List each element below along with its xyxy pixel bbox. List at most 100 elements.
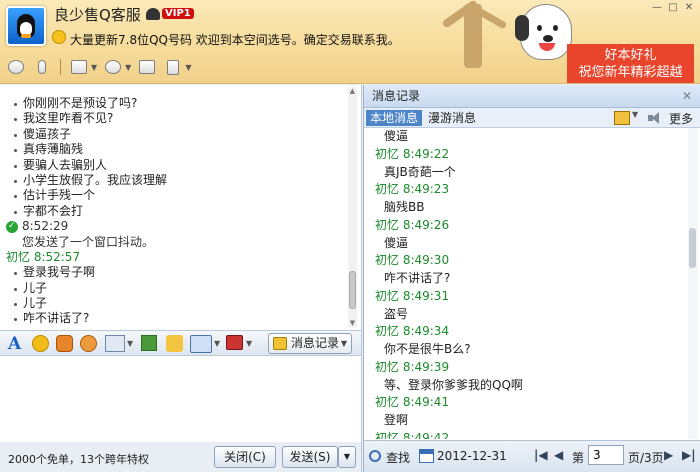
vip-badge[interactable]: VIP1 [162,8,194,19]
send-button[interactable]: 发送(S) [282,446,338,468]
send-image-icon[interactable] [141,335,157,351]
history-sender-header: 初忆 8:49:23 [375,182,450,197]
toolbox-dropdown-icon[interactable]: ▼ [246,335,252,353]
chat-message-text: 咋不讲话了? [23,311,90,326]
toolbox-icon[interactable] [226,335,243,350]
history-message: 你不是很牛B么? [384,342,471,356]
screen-share-icon[interactable] [190,335,212,353]
avatar[interactable] [6,6,46,46]
message-record-icon [273,337,287,350]
chat-message-text: 儿子 [23,296,48,311]
speaker-icon[interactable] [647,110,663,126]
app-menu-icon[interactable] [163,58,183,76]
chat-message-text: 小学生放假了。我应该理解 [23,172,168,187]
sent-check-icon [6,219,18,235]
history-sender-header: 初忆 8:49:39 [375,359,450,374]
history-close-icon[interactable]: ✕ [682,85,692,107]
remote-desktop-icon[interactable] [137,58,157,76]
bottom-bar: 2000个免单，13个跨年特权 关闭(C) 发送(S) ▼ [0,442,362,472]
history-panel-header: 消息记录 ✕ [364,85,700,108]
calendar-icon[interactable] [419,449,434,463]
next-page-icon[interactable]: ▶ [664,448,673,462]
send-options-dropdown-icon[interactable]: ▼ [338,446,356,468]
font-icon[interactable]: A [8,335,21,353]
tab-local-messages[interactable]: 本地消息 [366,110,423,126]
toolbar-divider [60,59,61,75]
message-record-button[interactable]: 消息记录 ▼ [268,333,352,354]
more-link[interactable]: 更多 [669,110,693,127]
history-tabs: 本地消息 漫游消息 ▼ 更多 [364,108,700,128]
chat-scrollbar[interactable]: ▲ ▼ [348,87,357,327]
top-cutoff-note [170,87,300,96]
vip-crown-icon [146,8,160,20]
minimize-icon[interactable]: — [650,2,664,14]
history-tools-icon[interactable] [614,111,630,125]
scroll-up-icon[interactable]: ▲ [348,87,357,95]
history-message-list[interactable]: 傻逼 初忆 8:49:22 真JB奇葩一个 初忆 8:49:23 脑残BB 初忆 8:49… [364,128,689,439]
chat-toolbar: ▼ ▼ ▼ [6,56,191,78]
history-sender-header: 初忆 8:49:31 [375,288,450,303]
history-message: 盗号 [384,306,409,321]
chat-scrollbar-thumb[interactable] [349,271,356,309]
chat-message: 你刚刚不是预设了吗? [0,96,344,111]
chat-message-text: 登录我号子啊 [23,265,96,280]
find-button[interactable]: 查找 [386,449,410,466]
chat-message-text: 你刚刚不是预设了吗? [23,96,138,110]
history-scrollbar-thumb[interactable] [689,228,696,268]
chat-history[interactable]: 你刚刚不是预设了吗? 我这里咋看不见? 傻逼孩子 真痔薄脑残 要骗人去骗别人 小学生放假了… [0,85,362,330]
page-number-input[interactable] [588,445,624,465]
screen-share-dropdown-icon[interactable]: ▼ [214,335,220,353]
music-icon[interactable] [166,335,183,352]
window-header: 良少售Q客服 VIP1 大量更新7.8位QQ号码 欢迎到本空间选号。确定交易联系… [0,0,700,84]
chat-message: 儿子 [0,281,344,296]
message-record-dropdown-icon[interactable]: ▼ [341,334,347,353]
chat-message: 登录我号子啊 [0,265,344,280]
maximize-icon[interactable]: □ [666,2,680,14]
message-record-label: 消息记录 [291,336,340,350]
send-file-dropdown-icon[interactable]: ▼ [91,63,97,72]
chat-message: 我这里咋看不见? [0,111,344,126]
history-sender-header: 初忆 8:49:30 [375,253,450,268]
page-prefix: 第 [572,451,585,465]
history-sender-header: 初忆 8:49:34 [375,324,450,339]
promo-line-1: 好本好礼 [604,48,657,63]
chat-message: 咋不讲话了? [0,311,344,326]
last-page-icon[interactable]: ▶| [682,448,696,462]
video-call-icon[interactable] [6,58,26,76]
close-window-icon[interactable]: ✕ [682,2,696,14]
screenshot-dropdown-icon[interactable]: ▼ [127,335,133,353]
add-contact-dropdown-icon[interactable]: ▼ [125,63,131,72]
magic-expression-icon[interactable] [56,335,73,352]
close-button[interactable]: 关闭(C) [214,446,276,468]
promo-banner[interactable]: 好本好礼 祝您新年精彩超越 [567,44,694,83]
emoji-icon[interactable] [32,335,49,352]
format-toolbar: A ▼ ▼ ▼ 消息记录 ▼ [0,330,362,356]
qq-penguin-icon [17,14,35,38]
promo-link[interactable]: 2000个免单，13个跨年特权 [8,451,149,467]
screenshot-icon[interactable] [105,335,125,352]
status-smile-icon [52,30,66,44]
decoration-dog [515,4,572,60]
first-page-icon[interactable]: |◀ [534,448,548,462]
history-message: 等、登录你爹爹我的QQ啊 [384,377,523,392]
message-input[interactable] [0,356,362,442]
history-scrollbar[interactable] [688,128,698,439]
chat-message-text: 估计手残一个 [23,188,96,203]
chat-message-list: 你刚刚不是预设了吗? 我这里咋看不见? 傻逼孩子 真痔薄脑残 要骗人去骗别人 小学生放假了… [0,85,344,330]
chat-message-text: 儿子 [23,280,48,295]
app-menu-dropdown-icon[interactable]: ▼ [185,63,191,72]
tab-roaming-messages[interactable]: 漫游消息 [424,110,480,126]
chat-message: 儿子 [0,296,344,311]
history-tools-dropdown-icon[interactable]: ▼ [632,110,638,119]
send-file-icon[interactable] [69,58,89,76]
shake-window-icon[interactable] [80,335,97,352]
window-controls: — □ ✕ [650,2,696,14]
history-date[interactable]: 2012-12-31 [437,449,507,463]
chat-timestamp-text: 8:52:29 [22,219,69,234]
search-icon[interactable] [369,450,381,462]
scroll-down-icon[interactable]: ▼ [348,319,357,327]
voice-call-icon[interactable] [32,58,52,76]
history-message: 脑残BB [384,200,425,214]
prev-page-icon[interactable]: ◀ [554,448,563,462]
add-contact-icon[interactable] [103,58,123,76]
